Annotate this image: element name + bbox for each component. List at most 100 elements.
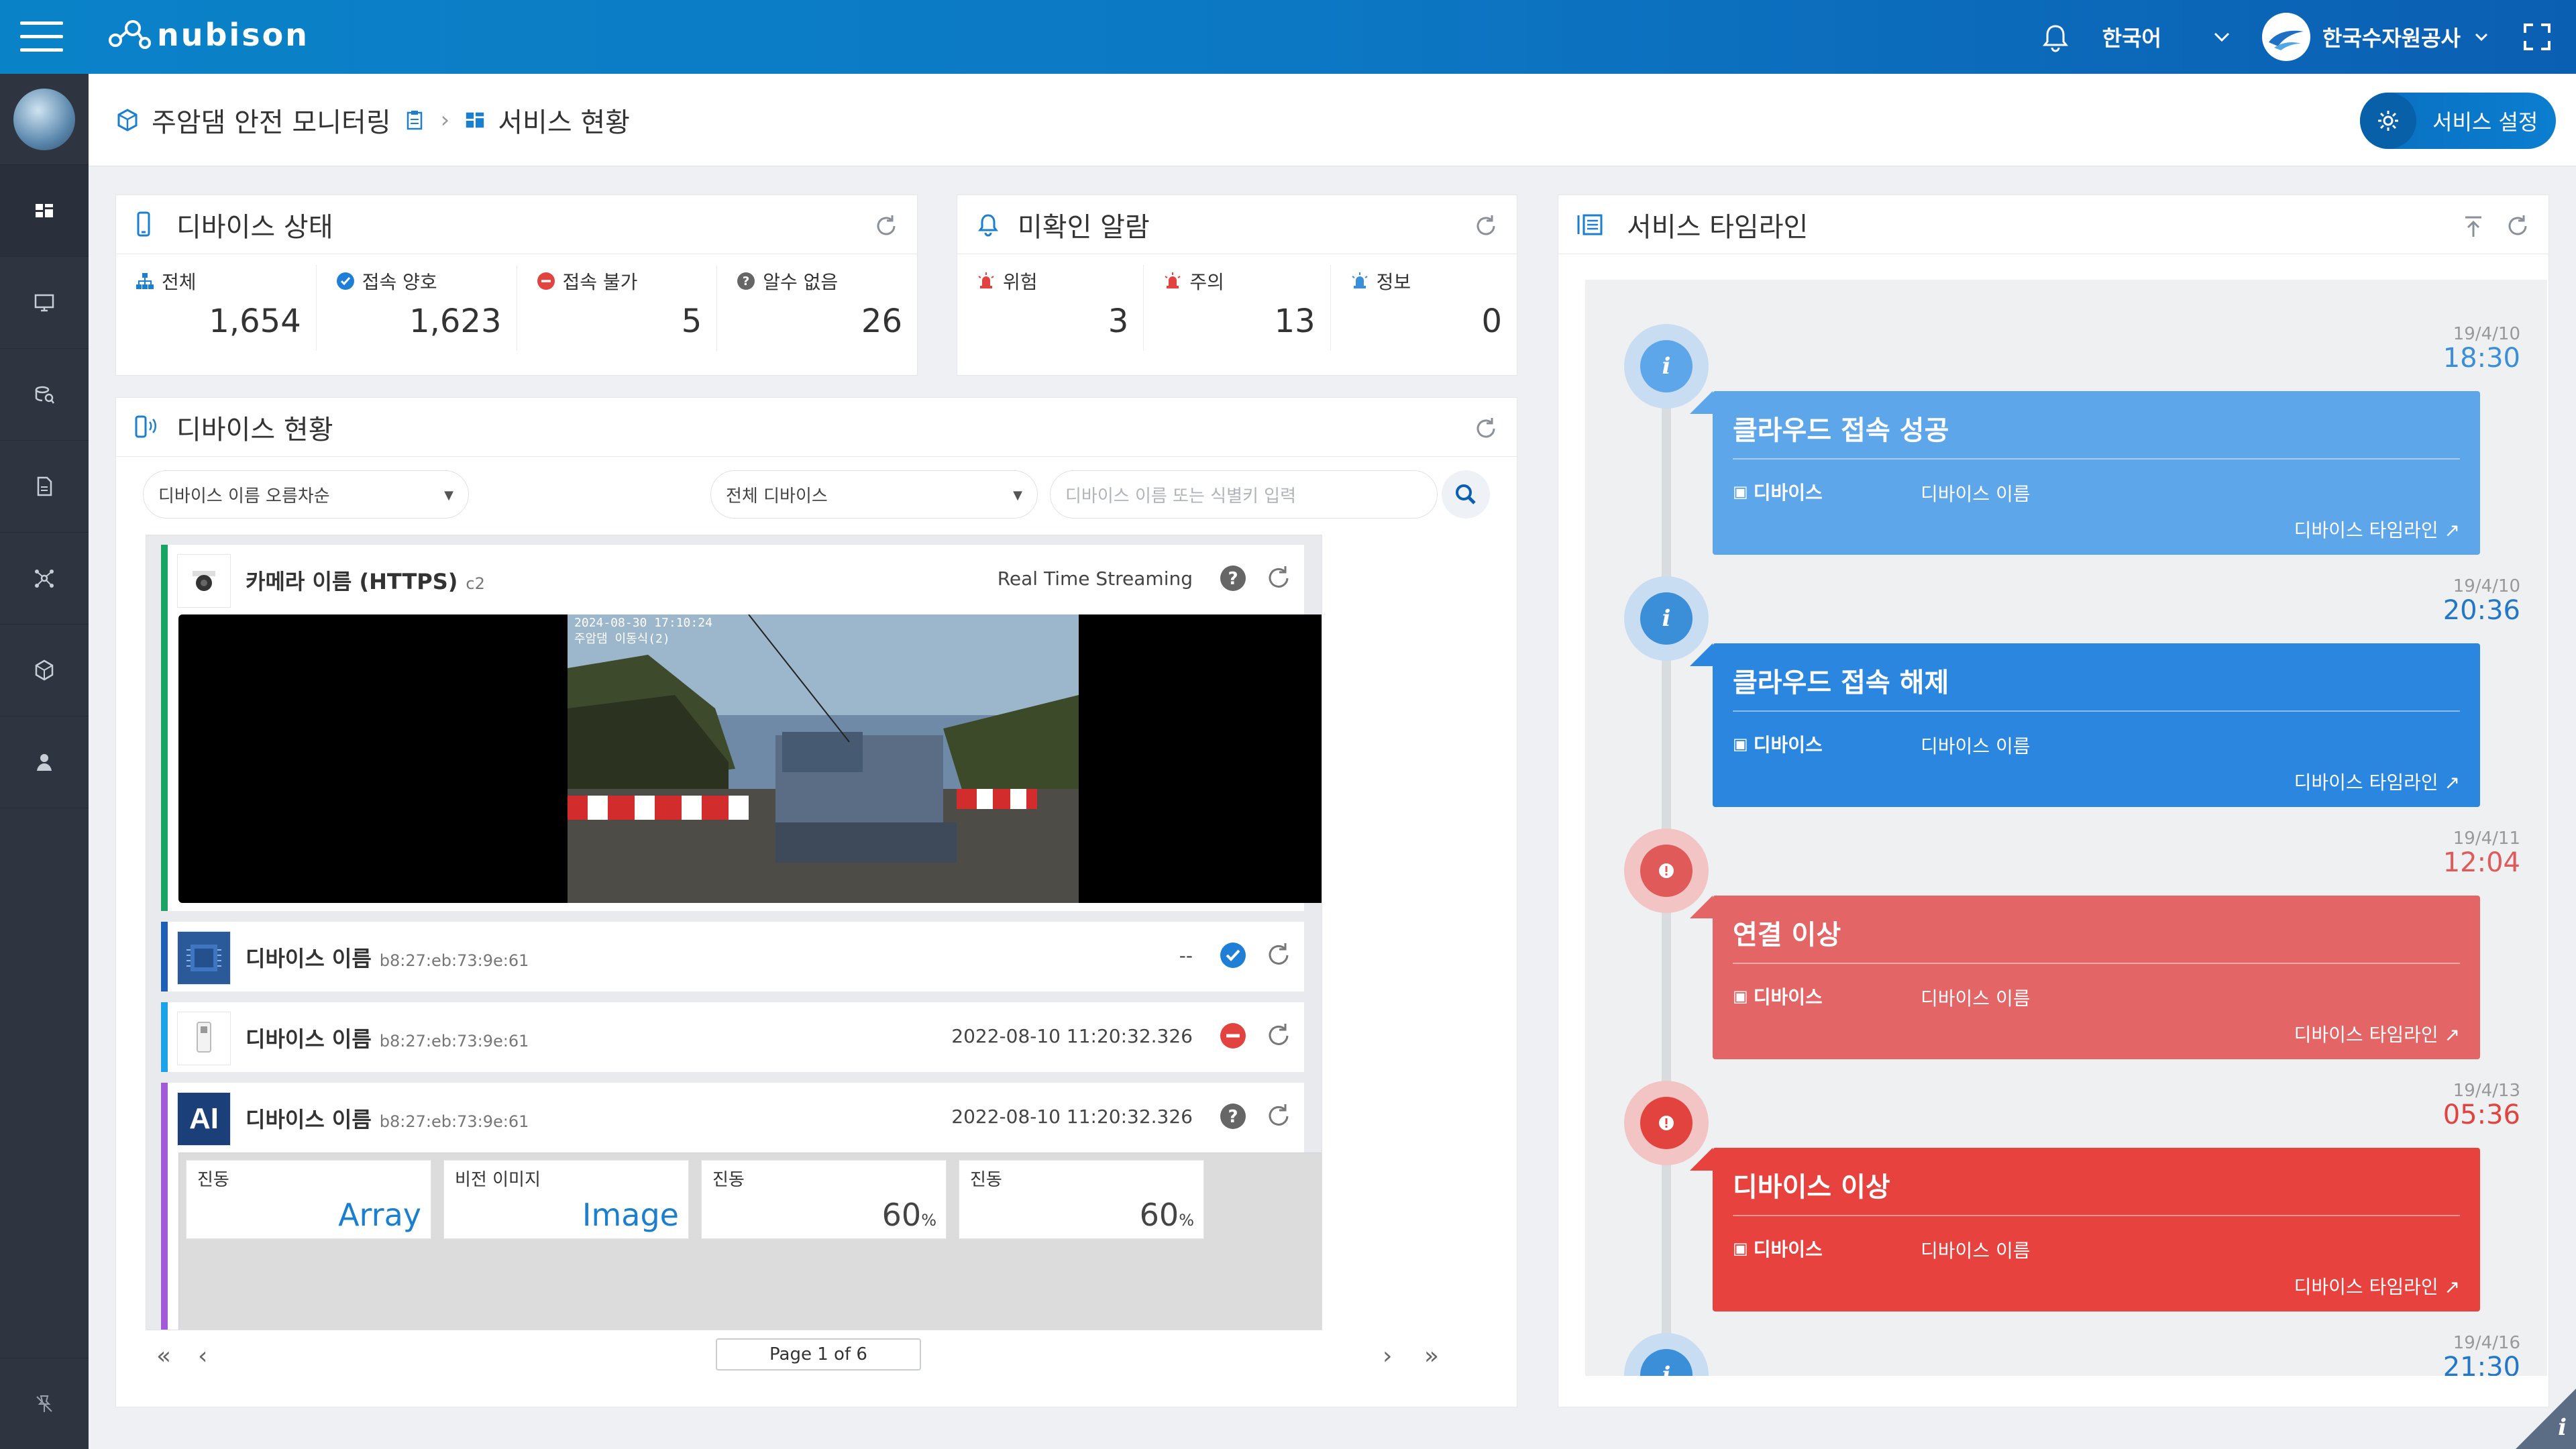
timeline-date: 19/4/10 18:30 <box>2443 324 2520 374</box>
device-filter-select[interactable]: 전체 디바이스 ▼ <box>710 470 1038 519</box>
refresh-icon[interactable] <box>1472 415 1499 442</box>
alarm-danger[interactable]: 위험 3 <box>957 265 1144 351</box>
prev-page-icon[interactable]: ‹ <box>198 1342 207 1370</box>
sidebar <box>0 74 89 1449</box>
sensor-device-icon <box>177 1012 231 1065</box>
logo-text: nubison <box>157 17 309 53</box>
event-device-value: 디바이스 이름 <box>1921 735 2031 757</box>
device-timeline-link[interactable]: 디바이스 타임라인 ↗ <box>2294 516 2460 543</box>
org-logo[interactable] <box>2261 13 2310 61</box>
stat-total[interactable]: 전체 1,654 <box>116 265 317 351</box>
next-page-icon[interactable]: › <box>1383 1342 1392 1370</box>
ai-device-icon: AI <box>177 1092 231 1146</box>
device-id: b8:27:eb:73:9e:61 <box>379 1112 529 1131</box>
question-circle-icon[interactable]: ? <box>1218 1102 1248 1131</box>
dashboard-icon <box>466 112 484 128</box>
list-item-camera[interactable]: 카메라 이름 (HTTPS)c2 Real Time Streaming ? <box>161 545 1322 911</box>
clipboard-icon[interactable] <box>403 109 426 131</box>
question-circle-icon[interactable]: ? <box>1218 564 1248 593</box>
alarm-warning[interactable]: 주의 13 <box>1144 265 1331 351</box>
stat-connected[interactable]: 접속 양호 1,623 <box>317 265 517 351</box>
camera-video-stream[interactable]: 2024-08-30 17:10:24 주암댐 이동식(2) <box>178 614 1322 903</box>
list-item-device-3[interactable]: AI 디바이스 이름 b8:27:eb:73:9e:61 2022-08-10 1… <box>161 1083 1322 1330</box>
sidebar-pin[interactable] <box>0 1358 89 1449</box>
language-selector[interactable]: 한국어 <box>2102 21 2161 52</box>
sidebar-item-reports[interactable] <box>0 441 89 533</box>
stat-unknown[interactable]: ? 알수 없음 26 <box>717 265 917 351</box>
list-item-device-2[interactable]: 디바이스 이름 b8:27:eb:73:9e:61 2022-08-10 11:2… <box>161 1002 1304 1072</box>
sidebar-item-dashboard[interactable] <box>0 165 89 257</box>
page-indicator[interactable]: Page 1 of 6 <box>716 1338 921 1371</box>
ai-data-grid: 진동 Array 비전 이미지 Image 진동 60% 진동 60% <box>178 1152 1322 1330</box>
alarm-info-value: 0 <box>1481 303 1502 340</box>
search-button[interactable] <box>1442 470 1490 519</box>
breadcrumb-project[interactable]: 주암댐 안전 모니터링 <box>152 101 391 140</box>
device-search-input[interactable]: 디바이스 이름 또는 식별키 입력 <box>1050 470 1438 519</box>
device-name: 디바이스 이름 b8:27:eb:73:9e:61 <box>246 1026 529 1052</box>
breadcrumb: 주암댐 안전 모니터링 › 서비스 현황 <box>115 101 630 140</box>
sidebar-item-network[interactable] <box>0 533 89 625</box>
ai-cell[interactable]: 비전 이미지 Image <box>443 1160 689 1239</box>
sidebar-item-services[interactable] <box>0 625 89 716</box>
event-device-label: ▣ 디바이스 <box>1733 986 1823 1008</box>
gear-icon <box>2378 111 2398 131</box>
refresh-icon[interactable] <box>1472 213 1499 239</box>
timeline-event-card[interactable]: 클라우드 접속 성공 ▣ 디바이스 디바이스 이름 디바이스 타임라인 ↗ <box>1690 391 2480 555</box>
device-status-text: 2022-08-10 11:20:32.326 <box>951 1025 1193 1047</box>
device-status-title: 디바이스 상태 <box>176 211 333 243</box>
info-icon: i <box>1640 1349 1693 1376</box>
stat-unknown-label: 알수 없음 <box>763 271 839 293</box>
sort-select[interactable]: 디바이스 이름 오름차순 ▼ <box>143 470 469 519</box>
chevron-down-icon[interactable] <box>2208 23 2235 50</box>
scroll-to-top-icon[interactable] <box>2460 213 2487 239</box>
last-page-icon[interactable]: » <box>1424 1342 1439 1370</box>
refresh-icon[interactable] <box>873 213 900 239</box>
info-corner[interactable] <box>2516 1389 2576 1449</box>
refresh-icon[interactable] <box>1264 564 1293 593</box>
nubison-logo-icon <box>109 20 151 49</box>
alarm-info[interactable]: 정보 0 <box>1331 265 1517 351</box>
app-logo[interactable]: nubison <box>106 15 309 55</box>
hamburger-menu-icon[interactable] <box>20 21 63 52</box>
check-circle-icon[interactable] <box>1218 941 1248 970</box>
sidebar-item-users[interactable] <box>0 716 89 808</box>
refresh-icon[interactable] <box>1264 941 1293 970</box>
project-avatar[interactable] <box>0 74 89 165</box>
alarm-danger-label: 위험 <box>1003 271 1038 293</box>
sidebar-item-monitor[interactable] <box>0 257 89 349</box>
stat-disconnected[interactable]: 접속 불가 5 <box>517 265 718 351</box>
camera-frame-image <box>568 614 1079 903</box>
data-search-icon <box>35 386 54 404</box>
check-circle-icon <box>336 272 354 290</box>
refresh-icon[interactable] <box>1264 1102 1293 1131</box>
timeline-event-card[interactable]: 디바이스 이상 ▣ 디바이스 디바이스 이름 디바이스 타임라인 ↗ <box>1690 1148 2480 1311</box>
sidebar-item-search-data[interactable] <box>0 349 89 441</box>
timeline-event-card[interactable]: 클라우드 접속 해제 ▣ 디바이스 디바이스 이름 디바이스 타임라인 ↗ <box>1690 643 2480 807</box>
device-timeline-link[interactable]: 디바이스 타임라인 ↗ <box>2294 768 2460 795</box>
device-timeline-link[interactable]: 디바이스 타임라인 ↗ <box>2294 1020 2460 1047</box>
fullscreen-icon[interactable] <box>2518 18 2556 56</box>
service-settings-label: 서비스 설정 <box>2432 109 2538 135</box>
ai-cell[interactable]: 진동 60% <box>701 1160 947 1239</box>
event-device-value: 디바이스 이름 <box>1921 1240 2031 1262</box>
list-item-device-1[interactable]: 디바이스 이름 b8:27:eb:73:9e:61 -- <box>161 922 1304 991</box>
ai-cell[interactable]: 진동 60% <box>959 1160 1204 1239</box>
event-title: 연결 이상 <box>1733 920 1841 951</box>
ai-cell[interactable]: 진동 Array <box>186 1160 431 1239</box>
refresh-icon[interactable] <box>2504 213 2531 239</box>
stat-disconnected-label: 접속 불가 <box>562 271 638 293</box>
timeline-event-card[interactable]: 연결 이상 ▣ 디바이스 디바이스 이름 디바이스 타임라인 ↗ <box>1690 896 2480 1059</box>
device-box-icon: ▣ <box>1733 735 1748 753</box>
device-timeline-link[interactable]: 디바이스 타임라인 ↗ <box>2294 1273 2460 1299</box>
bell-icon[interactable] <box>2035 17 2076 57</box>
info-icon[interactable]: i <box>2558 1414 2567 1441</box>
caret-down-icon: ▼ <box>1013 488 1022 502</box>
refresh-icon[interactable] <box>1264 1021 1293 1051</box>
first-page-icon[interactable]: « <box>156 1342 171 1370</box>
cube-icon <box>117 109 138 131</box>
ai-cell-label: 진동 <box>970 1170 1002 1190</box>
service-settings-button[interactable]: 서비스 설정 <box>2360 93 2556 149</box>
org-chevron-down-icon[interactable] <box>2471 27 2491 47</box>
org-name[interactable]: 한국수자원공사 <box>2322 21 2461 52</box>
minus-circle-icon[interactable] <box>1218 1021 1248 1051</box>
